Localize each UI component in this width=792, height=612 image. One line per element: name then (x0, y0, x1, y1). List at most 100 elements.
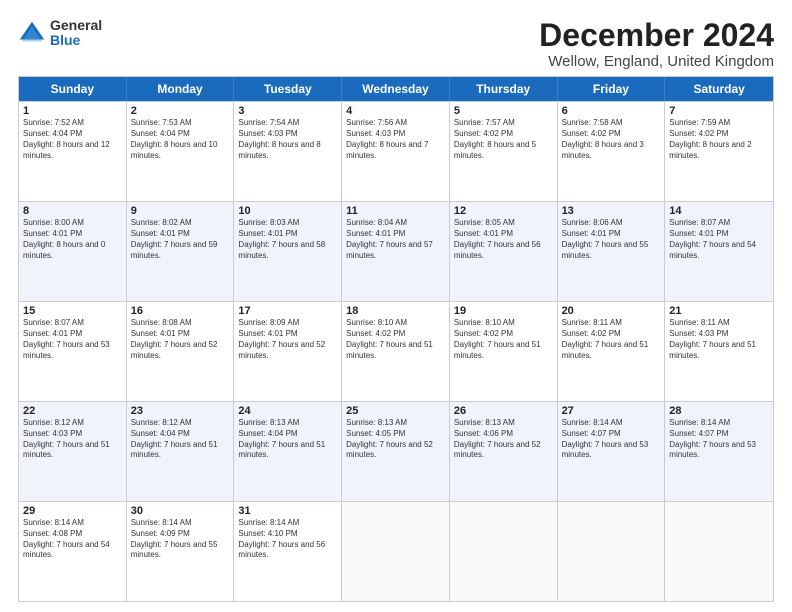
logo-text: General Blue (50, 18, 102, 49)
day-number: 10 (238, 205, 337, 217)
day-number: 5 (454, 105, 553, 117)
week-row-5: 29Sunrise: 8:14 AM Sunset: 4:08 PM Dayli… (19, 501, 773, 601)
day-number: 23 (131, 405, 230, 417)
calendar-body: 1Sunrise: 7:52 AM Sunset: 4:04 PM Daylig… (19, 101, 773, 601)
day-number: 6 (562, 105, 661, 117)
day-number: 14 (669, 205, 769, 217)
day-number: 1 (23, 105, 122, 117)
day-cell-29: 29Sunrise: 8:14 AM Sunset: 4:08 PM Dayli… (19, 502, 127, 601)
day-cell-11: 11Sunrise: 8:04 AM Sunset: 4:01 PM Dayli… (342, 202, 450, 301)
day-number: 26 (454, 405, 553, 417)
day-info: Sunrise: 8:12 AM Sunset: 4:04 PM Dayligh… (131, 418, 230, 461)
main-title: December 2024 (539, 18, 774, 53)
day-cell-4: 4Sunrise: 7:56 AM Sunset: 4:03 PM Daylig… (342, 102, 450, 201)
day-cell-23: 23Sunrise: 8:12 AM Sunset: 4:04 PM Dayli… (127, 402, 235, 501)
day-cell-20: 20Sunrise: 8:11 AM Sunset: 4:02 PM Dayli… (558, 302, 666, 401)
day-info: Sunrise: 8:07 AM Sunset: 4:01 PM Dayligh… (23, 318, 122, 361)
day-number: 3 (238, 105, 337, 117)
page: General Blue December 2024 Wellow, Engla… (0, 0, 792, 612)
day-info: Sunrise: 7:54 AM Sunset: 4:03 PM Dayligh… (238, 118, 337, 161)
day-number: 12 (454, 205, 553, 217)
week-row-4: 22Sunrise: 8:12 AM Sunset: 4:03 PM Dayli… (19, 401, 773, 501)
week-row-1: 1Sunrise: 7:52 AM Sunset: 4:04 PM Daylig… (19, 101, 773, 201)
week-row-3: 15Sunrise: 8:07 AM Sunset: 4:01 PM Dayli… (19, 301, 773, 401)
header-day-wednesday: Wednesday (342, 77, 450, 101)
day-cell-16: 16Sunrise: 8:08 AM Sunset: 4:01 PM Dayli… (127, 302, 235, 401)
day-number: 13 (562, 205, 661, 217)
day-info: Sunrise: 7:52 AM Sunset: 4:04 PM Dayligh… (23, 118, 122, 161)
day-info: Sunrise: 8:08 AM Sunset: 4:01 PM Dayligh… (131, 318, 230, 361)
day-cell-21: 21Sunrise: 8:11 AM Sunset: 4:03 PM Dayli… (665, 302, 773, 401)
day-info: Sunrise: 8:14 AM Sunset: 4:08 PM Dayligh… (23, 518, 122, 561)
day-info: Sunrise: 8:10 AM Sunset: 4:02 PM Dayligh… (454, 318, 553, 361)
day-info: Sunrise: 8:06 AM Sunset: 4:01 PM Dayligh… (562, 218, 661, 261)
day-number: 19 (454, 305, 553, 317)
empty-cell (558, 502, 666, 601)
day-cell-30: 30Sunrise: 8:14 AM Sunset: 4:09 PM Dayli… (127, 502, 235, 601)
day-info: Sunrise: 8:05 AM Sunset: 4:01 PM Dayligh… (454, 218, 553, 261)
day-cell-24: 24Sunrise: 8:13 AM Sunset: 4:04 PM Dayli… (234, 402, 342, 501)
day-cell-6: 6Sunrise: 7:58 AM Sunset: 4:02 PM Daylig… (558, 102, 666, 201)
empty-cell (665, 502, 773, 601)
logo-icon (18, 19, 46, 47)
day-cell-5: 5Sunrise: 7:57 AM Sunset: 4:02 PM Daylig… (450, 102, 558, 201)
day-number: 9 (131, 205, 230, 217)
day-number: 17 (238, 305, 337, 317)
day-cell-3: 3Sunrise: 7:54 AM Sunset: 4:03 PM Daylig… (234, 102, 342, 201)
day-number: 30 (131, 505, 230, 517)
day-info: Sunrise: 8:13 AM Sunset: 4:06 PM Dayligh… (454, 418, 553, 461)
day-cell-14: 14Sunrise: 8:07 AM Sunset: 4:01 PM Dayli… (665, 202, 773, 301)
day-info: Sunrise: 7:58 AM Sunset: 4:02 PM Dayligh… (562, 118, 661, 161)
day-cell-2: 2Sunrise: 7:53 AM Sunset: 4:04 PM Daylig… (127, 102, 235, 201)
logo-general: General (50, 18, 102, 33)
day-info: Sunrise: 7:59 AM Sunset: 4:02 PM Dayligh… (669, 118, 769, 161)
day-cell-28: 28Sunrise: 8:14 AM Sunset: 4:07 PM Dayli… (665, 402, 773, 501)
day-cell-7: 7Sunrise: 7:59 AM Sunset: 4:02 PM Daylig… (665, 102, 773, 201)
day-cell-22: 22Sunrise: 8:12 AM Sunset: 4:03 PM Dayli… (19, 402, 127, 501)
day-number: 11 (346, 205, 445, 217)
day-info: Sunrise: 8:14 AM Sunset: 4:07 PM Dayligh… (669, 418, 769, 461)
week-row-2: 8Sunrise: 8:00 AM Sunset: 4:01 PM Daylig… (19, 201, 773, 301)
day-info: Sunrise: 8:04 AM Sunset: 4:01 PM Dayligh… (346, 218, 445, 261)
day-info: Sunrise: 8:10 AM Sunset: 4:02 PM Dayligh… (346, 318, 445, 361)
day-cell-13: 13Sunrise: 8:06 AM Sunset: 4:01 PM Dayli… (558, 202, 666, 301)
day-info: Sunrise: 7:53 AM Sunset: 4:04 PM Dayligh… (131, 118, 230, 161)
day-number: 31 (238, 505, 337, 517)
header: General Blue December 2024 Wellow, Engla… (18, 18, 774, 70)
day-cell-15: 15Sunrise: 8:07 AM Sunset: 4:01 PM Dayli… (19, 302, 127, 401)
header-day-tuesday: Tuesday (234, 77, 342, 101)
day-info: Sunrise: 8:14 AM Sunset: 4:07 PM Dayligh… (562, 418, 661, 461)
day-info: Sunrise: 8:14 AM Sunset: 4:10 PM Dayligh… (238, 518, 337, 561)
day-number: 2 (131, 105, 230, 117)
header-day-monday: Monday (127, 77, 235, 101)
header-day-thursday: Thursday (450, 77, 558, 101)
day-number: 8 (23, 205, 122, 217)
day-number: 16 (131, 305, 230, 317)
day-cell-10: 10Sunrise: 8:03 AM Sunset: 4:01 PM Dayli… (234, 202, 342, 301)
day-info: Sunrise: 7:57 AM Sunset: 4:02 PM Dayligh… (454, 118, 553, 161)
header-day-sunday: Sunday (19, 77, 127, 101)
day-info: Sunrise: 8:07 AM Sunset: 4:01 PM Dayligh… (669, 218, 769, 261)
day-number: 21 (669, 305, 769, 317)
day-number: 27 (562, 405, 661, 417)
day-number: 24 (238, 405, 337, 417)
day-number: 15 (23, 305, 122, 317)
day-cell-12: 12Sunrise: 8:05 AM Sunset: 4:01 PM Dayli… (450, 202, 558, 301)
day-cell-19: 19Sunrise: 8:10 AM Sunset: 4:02 PM Dayli… (450, 302, 558, 401)
day-info: Sunrise: 8:11 AM Sunset: 4:03 PM Dayligh… (669, 318, 769, 361)
day-info: Sunrise: 8:02 AM Sunset: 4:01 PM Dayligh… (131, 218, 230, 261)
day-cell-18: 18Sunrise: 8:10 AM Sunset: 4:02 PM Dayli… (342, 302, 450, 401)
day-number: 20 (562, 305, 661, 317)
day-number: 4 (346, 105, 445, 117)
day-cell-26: 26Sunrise: 8:13 AM Sunset: 4:06 PM Dayli… (450, 402, 558, 501)
day-number: 7 (669, 105, 769, 117)
day-cell-8: 8Sunrise: 8:00 AM Sunset: 4:01 PM Daylig… (19, 202, 127, 301)
day-cell-1: 1Sunrise: 7:52 AM Sunset: 4:04 PM Daylig… (19, 102, 127, 201)
day-info: Sunrise: 8:00 AM Sunset: 4:01 PM Dayligh… (23, 218, 122, 261)
logo: General Blue (18, 18, 102, 49)
logo-blue: Blue (50, 33, 102, 48)
day-cell-31: 31Sunrise: 8:14 AM Sunset: 4:10 PM Dayli… (234, 502, 342, 601)
day-cell-17: 17Sunrise: 8:09 AM Sunset: 4:01 PM Dayli… (234, 302, 342, 401)
day-info: Sunrise: 8:13 AM Sunset: 4:05 PM Dayligh… (346, 418, 445, 461)
header-day-saturday: Saturday (665, 77, 773, 101)
